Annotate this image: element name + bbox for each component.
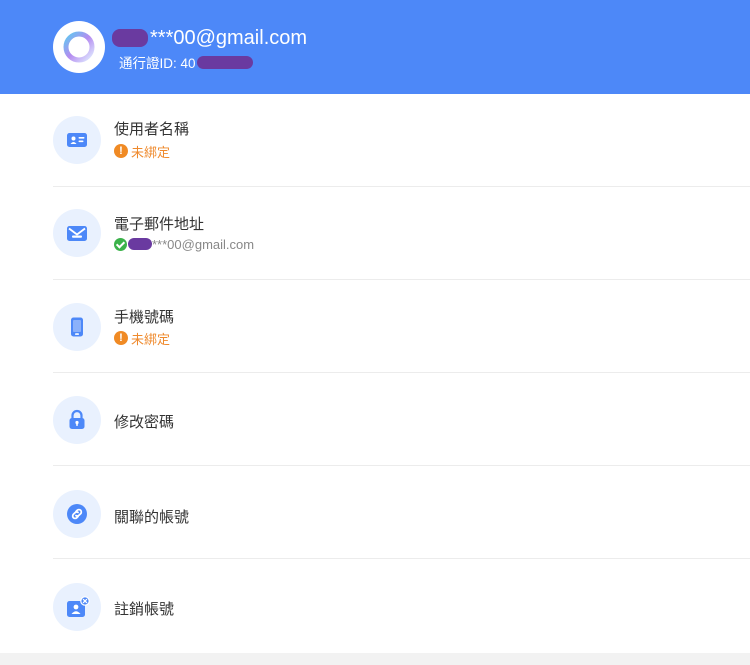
setting-row-phone[interactable]: 手機號碼 ! 未綁定	[0, 280, 750, 373]
settings-list: 使用者名稱 ! 未綁定 電子郵件地址 ***00@gmail.com 手機號碼 …	[0, 94, 750, 653]
setting-row-email[interactable]: 電子郵件地址 ***00@gmail.com	[0, 187, 750, 280]
setting-row-delete-account[interactable]: 註銷帳號	[0, 559, 750, 653]
account-email: ***00@gmail.com	[112, 25, 307, 51]
avatar-ring-icon	[63, 31, 95, 63]
redaction-mark	[112, 29, 148, 47]
setting-status: ! 未綁定	[114, 142, 170, 160]
avatar[interactable]	[53, 21, 105, 73]
account-email-text: ***00@gmail.com	[150, 26, 308, 49]
setting-title: 修改密碼	[114, 414, 175, 431]
status-text: ***00@gmail.com	[152, 236, 255, 252]
warning-icon: !	[114, 331, 128, 345]
account-cancel-icon	[53, 583, 101, 631]
setting-title: 手機號碼	[114, 309, 175, 326]
setting-title: 關聯的帳號	[114, 509, 190, 526]
setting-title: 註銷帳號	[114, 601, 175, 618]
setting-row-change-password[interactable]: 修改密碼	[0, 373, 750, 466]
lock-icon	[53, 396, 101, 444]
verified-check-icon	[114, 237, 127, 251]
mail-icon	[53, 209, 101, 257]
warning-icon: !	[114, 144, 128, 158]
id-card-icon	[53, 116, 101, 164]
setting-row-username[interactable]: 使用者名稱 ! 未綁定	[0, 94, 750, 187]
account-id: 通行證ID: 40	[119, 53, 253, 71]
redaction-mark	[128, 238, 152, 250]
setting-title: 使用者名稱	[114, 121, 190, 138]
account-id-text: 通行證ID: 40	[119, 56, 196, 71]
phone-icon	[53, 303, 101, 351]
setting-status: ***00@gmail.com	[114, 235, 254, 253]
setting-status: ! 未綁定	[114, 329, 170, 347]
setting-row-linked-accounts[interactable]: 關聯的帳號	[0, 466, 750, 559]
status-text: 未綁定	[131, 144, 171, 160]
link-icon	[53, 490, 101, 538]
status-text: 未綁定	[131, 331, 171, 347]
account-header: ***00@gmail.com 通行證ID: 40	[0, 0, 750, 94]
setting-title: 電子郵件地址	[114, 216, 205, 233]
redaction-mark	[196, 55, 253, 69]
